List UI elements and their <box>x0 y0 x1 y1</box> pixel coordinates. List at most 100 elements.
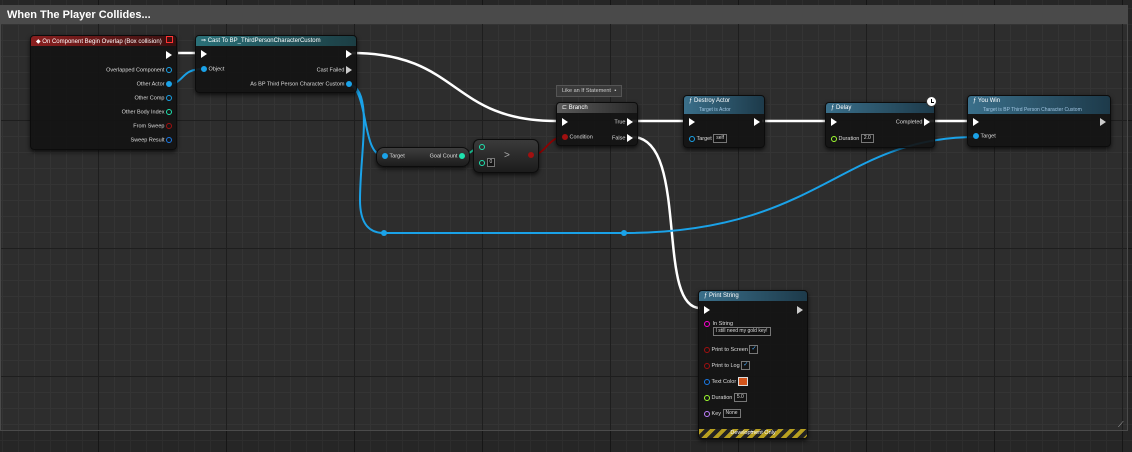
string-pin[interactable] <box>704 321 710 327</box>
bool-pin[interactable] <box>704 346 710 353</box>
delay-node[interactable]: ƒ Delay Completed Duration 2.0 <box>825 102 935 148</box>
print-exec-in-row[interactable] <box>704 306 710 314</box>
exec-in-pin[interactable] <box>562 118 568 126</box>
print-instring-row[interactable]: In String I still need my gold key! <box>704 321 771 336</box>
destroy-node-header[interactable]: ƒ Destroy Actor Target is Actor <box>684 96 764 114</box>
exec-out-pin[interactable] <box>166 51 172 59</box>
name-pin[interactable] <box>704 410 710 417</box>
compare-value-field[interactable]: 0 <box>486 158 496 167</box>
branch-false-row[interactable]: False <box>612 134 633 142</box>
delay-completed-row[interactable]: Completed <box>896 118 930 126</box>
object-pin[interactable] <box>689 135 695 142</box>
compare-input-b-row[interactable]: 0 <box>479 158 496 167</box>
pin-row-overlapped-component[interactable]: Overlapped Component <box>106 67 172 73</box>
exec-out-pin[interactable] <box>627 118 633 126</box>
int-pin[interactable] <box>479 144 485 150</box>
destroy-exec-in-row[interactable] <box>689 118 695 126</box>
branch-node-header[interactable]: ⊏ Branch <box>557 103 637 113</box>
exec-out-pin[interactable] <box>797 306 803 314</box>
text-color-swatch[interactable] <box>737 377 748 386</box>
compare-node[interactable]: 0 > <box>473 139 539 173</box>
pin-row-other-comp[interactable]: Other Comp <box>135 95 172 101</box>
cast-node-header[interactable]: ⇒ Cast To BP_ThirdPersonCharacterCustom <box>196 36 356 46</box>
delay-node-header[interactable]: ƒ Delay <box>826 103 934 113</box>
print-duration-row[interactable]: Duration 5.0 <box>704 393 747 402</box>
compare-input-a-row[interactable] <box>479 144 485 150</box>
reroute-node-right[interactable] <box>621 230 627 236</box>
print-key-row[interactable]: Key None <box>704 409 741 418</box>
collapse-chevron-icon[interactable]: ⌃ <box>749 430 754 437</box>
print-to-log-checkbox[interactable]: ✓ <box>741 361 751 370</box>
pin-row-other-body-index[interactable]: Other Body Index <box>122 109 172 115</box>
print-to-screen-row[interactable]: Print to Screen ✓ <box>704 345 759 354</box>
youwin-target-row[interactable]: Target <box>973 133 996 139</box>
bool-pin[interactable] <box>704 362 710 369</box>
key-field[interactable]: None <box>722 409 741 418</box>
object-pin[interactable] <box>166 67 172 73</box>
pin-row-other-actor[interactable]: Other Actor <box>137 81 172 87</box>
branch-exec-in-row[interactable] <box>562 118 568 126</box>
reroute-node-left[interactable] <box>381 230 387 236</box>
object-pin[interactable] <box>166 95 172 101</box>
cast-failed-row[interactable]: Cast Failed <box>317 66 352 74</box>
bool-pin[interactable] <box>166 123 172 129</box>
destroy-actor-node[interactable]: ƒ Destroy Actor Target is Actor Target s… <box>683 95 765 148</box>
struct-pin[interactable] <box>166 137 172 143</box>
print-duration-field[interactable]: 5.0 <box>733 393 747 402</box>
exec-in-pin[interactable] <box>689 118 695 126</box>
bool-pin[interactable] <box>562 134 568 140</box>
destroy-target-field[interactable]: self <box>713 134 728 143</box>
int-pin[interactable] <box>479 159 485 166</box>
youwin-node-header[interactable]: ƒ You Win Target is BP Third Person Char… <box>968 96 1110 114</box>
event-exec-out-row[interactable] <box>166 51 172 59</box>
exec-out-pin[interactable] <box>627 134 633 142</box>
print-to-screen-checkbox[interactable]: ✓ <box>749 345 759 354</box>
object-pin[interactable] <box>166 81 172 87</box>
object-pin[interactable] <box>382 153 388 159</box>
int-pin[interactable] <box>459 153 465 159</box>
you-win-node[interactable]: ƒ You Win Target is BP Third Person Char… <box>967 95 1111 147</box>
bool-pin[interactable] <box>528 152 534 158</box>
destroy-target-row[interactable]: Target self <box>689 134 728 143</box>
branch-condition-row[interactable]: Condition <box>562 134 593 140</box>
branch-true-row[interactable]: True <box>614 118 633 126</box>
cast-node[interactable]: ⇒ Cast To BP_ThirdPersonCharacterCustom … <box>195 35 357 93</box>
youwin-exec-out-row[interactable] <box>1094 118 1106 129</box>
delay-duration-field[interactable]: 2.0 <box>860 134 874 143</box>
print-string-node[interactable]: ƒ Print String In String I still need my… <box>698 290 808 439</box>
branch-node[interactable]: ⊏ Branch True Condition False <box>556 102 638 146</box>
print-exec-out-row[interactable] <box>797 306 803 314</box>
get-goal-count-node[interactable]: Target Goal Count <box>376 147 470 167</box>
event-node-begin-overlap[interactable]: ◆ On Component Begin Overlap (Box collis… <box>30 35 177 150</box>
pin-row-from-sweep[interactable]: From Sweep <box>133 123 172 129</box>
object-pin[interactable] <box>346 81 352 87</box>
int-pin[interactable] <box>166 109 172 115</box>
object-pin[interactable] <box>201 66 207 72</box>
destroy-exec-out-row[interactable] <box>754 118 760 126</box>
text-color-row[interactable]: Text Color <box>704 377 748 386</box>
goal-target-row[interactable]: Target <box>382 153 405 159</box>
event-node-header[interactable]: ◆ On Component Begin Overlap (Box collis… <box>31 36 176 46</box>
print-node-header[interactable]: ƒ Print String <box>699 291 807 301</box>
float-pin[interactable] <box>704 394 710 401</box>
cast-exec-in-row[interactable] <box>201 50 207 58</box>
instring-field[interactable]: I still need my gold key! <box>712 327 771 336</box>
pin-row-sweep-result[interactable]: Sweep Result <box>131 137 172 143</box>
float-pin[interactable] <box>831 135 837 142</box>
goal-count-row[interactable]: Goal Count <box>430 153 465 159</box>
resize-handle-icon[interactable]: ⟋ <box>1118 420 1124 430</box>
exec-out-pin[interactable] <box>346 66 352 74</box>
exec-out-pin[interactable] <box>924 118 930 126</box>
object-pin[interactable] <box>973 133 979 139</box>
exec-out-pin[interactable] <box>346 50 352 58</box>
exec-in-pin[interactable] <box>831 118 837 126</box>
print-to-log-row[interactable]: Print to Log ✓ <box>704 361 751 370</box>
cast-object-row[interactable]: Object <box>201 66 224 72</box>
exec-in-pin[interactable] <box>704 306 710 314</box>
struct-pin[interactable] <box>704 378 710 385</box>
exec-out-pin[interactable] <box>754 118 760 126</box>
compare-output-row[interactable] <box>528 152 534 158</box>
exec-out-pin-outline[interactable] <box>1100 118 1106 126</box>
cast-as-row[interactable]: As BP Third Person Character Custom <box>250 81 352 87</box>
branch-comment-bubble[interactable]: Like an If Statement ▪ <box>556 85 623 97</box>
